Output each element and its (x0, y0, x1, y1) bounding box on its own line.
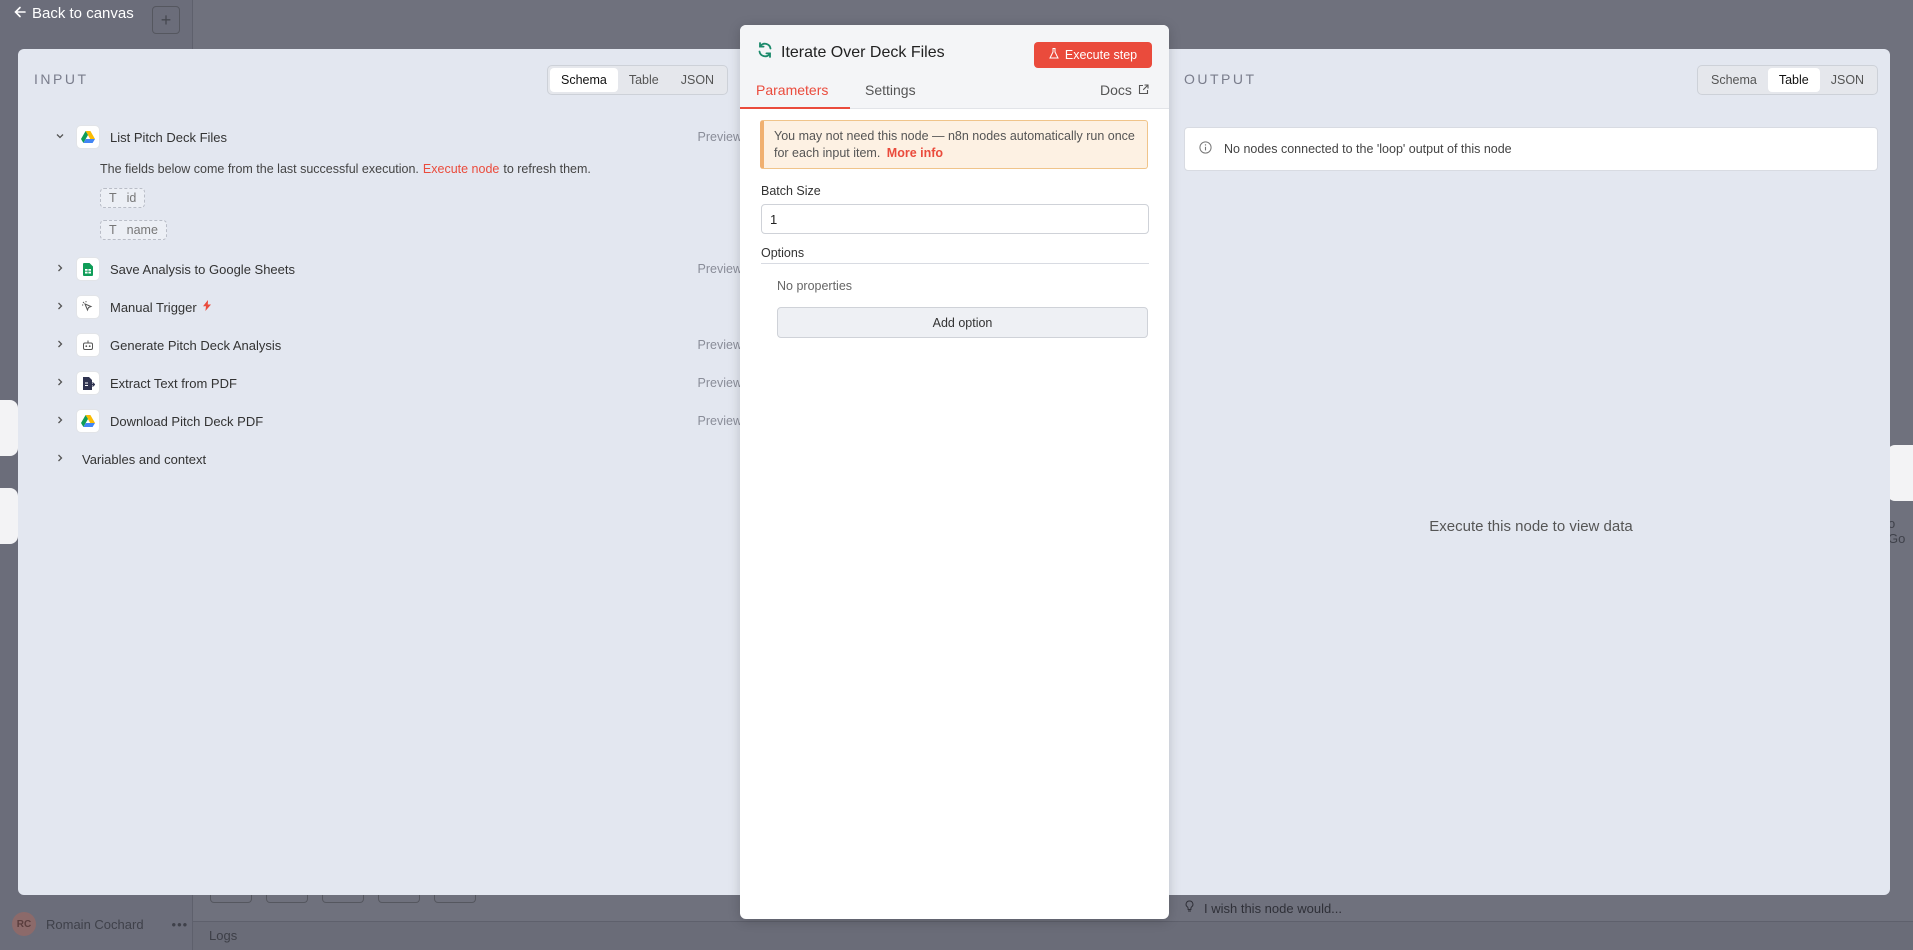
output-tab-json[interactable]: JSON (1820, 68, 1875, 92)
input-tab-json[interactable]: JSON (670, 68, 725, 92)
execute-step-button[interactable]: Execute step (1034, 42, 1152, 68)
docs-link[interactable]: Docs (1100, 82, 1149, 98)
loop-icon (757, 42, 773, 63)
logs-bar (193, 921, 1913, 950)
info-icon (1199, 141, 1212, 157)
schema-node-save-analysis[interactable]: Save Analysis to Google Sheets Preview (36, 250, 752, 288)
robot-icon (76, 333, 100, 357)
background-node (0, 400, 18, 456)
schema-node-label: Manual Trigger (110, 299, 197, 315)
notice-text: You may not need this node — n8n nodes a… (774, 129, 1135, 160)
schema-node-label: Download Pitch Deck PDF (110, 413, 264, 429)
background-node (0, 488, 18, 544)
input-panel-title: INPUT (34, 71, 89, 87)
chevron-right-icon[interactable] (52, 453, 68, 466)
flask-icon (1049, 48, 1059, 62)
chevron-right-icon[interactable] (52, 377, 68, 390)
user-name: Romain Cochard (46, 916, 144, 932)
schema-node-extract-text[interactable]: Extract Text from PDF Preview (36, 364, 752, 402)
schema-hint: The fields below come from the last succ… (100, 162, 591, 176)
options-divider (761, 263, 1149, 264)
batch-size-label: Batch Size (761, 184, 821, 198)
add-option-button[interactable]: Add option (777, 307, 1148, 338)
active-tab-indicator (740, 107, 850, 109)
back-to-canvas-button[interactable]: Back to canvas (14, 5, 134, 22)
schema-node-generate-analysis[interactable]: Generate Pitch Deck Analysis Preview (36, 326, 752, 364)
output-empty-state: Execute this node to view data (1429, 518, 1633, 535)
input-tab-schema[interactable]: Schema (550, 68, 618, 92)
preview-link[interactable]: Preview (698, 130, 742, 144)
schema-node-list-pitch-deck-files[interactable]: List Pitch Deck Files Preview (36, 118, 752, 156)
more-icon: ••• (171, 916, 189, 932)
more-info-link[interactable]: More info (887, 146, 943, 160)
chevron-down-icon[interactable] (52, 131, 68, 144)
output-info-box: No nodes connected to the 'loop' output … (1184, 127, 1878, 171)
preview-link[interactable]: Preview (698, 414, 742, 428)
file-extract-icon (76, 371, 100, 395)
output-view-switch: Schema Table JSON (1697, 65, 1879, 95)
logs-label: Logs (209, 928, 238, 943)
input-view-switch: Schema Table JSON (547, 65, 729, 95)
avatar: RC (12, 912, 36, 936)
output-panel-title: OUTPUT (1184, 71, 1257, 87)
google-sheets-icon (76, 257, 100, 281)
preview-link[interactable]: Preview (698, 262, 742, 276)
background-node-label: o Go (1888, 516, 1906, 546)
schema-node-download-pdf[interactable]: Download Pitch Deck PDF Preview (36, 402, 752, 440)
feedback-prompt[interactable]: I wish this node would... (1185, 900, 1342, 916)
no-properties-text: No properties (777, 279, 853, 293)
input-tab-table[interactable]: Table (618, 68, 670, 92)
text-type-icon: T (109, 223, 117, 237)
variables-label: Variables and context (82, 451, 207, 467)
preview-link[interactable]: Preview (698, 338, 742, 352)
text-type-icon: T (109, 191, 117, 205)
notice-callout: You may not need this node — n8n nodes a… (760, 120, 1148, 169)
schema-node-label: Extract Text from PDF (110, 375, 237, 391)
user-menu: RC Romain Cochard ••• (12, 912, 188, 936)
schema-node-label: Generate Pitch Deck Analysis (110, 337, 282, 353)
google-drive-icon (76, 125, 100, 149)
chevron-right-icon[interactable] (52, 415, 68, 428)
schema-node-label: List Pitch Deck Files (110, 129, 228, 145)
node-title: Iterate Over Deck Files (757, 42, 945, 63)
schema-node-label: Save Analysis to Google Sheets (110, 261, 296, 277)
output-info-text: No nodes connected to the 'loop' output … (1224, 142, 1512, 156)
background-node (1887, 445, 1913, 501)
execute-node-link[interactable]: Execute node (423, 162, 499, 176)
chevron-right-icon[interactable] (52, 339, 68, 352)
batch-size-input[interactable] (761, 204, 1149, 234)
tab-parameters[interactable]: Parameters (756, 82, 828, 98)
options-label: Options (761, 246, 805, 260)
node-settings-header: Iterate Over Deck Files Execute step Par… (740, 25, 1169, 109)
cursor-icon (76, 295, 100, 319)
schema-field-id[interactable]: T id (100, 188, 146, 208)
add-node-button: + (152, 6, 180, 34)
schema-node-manual-trigger[interactable]: Manual Trigger (36, 288, 752, 326)
variables-and-context[interactable]: Variables and context (36, 440, 752, 478)
lightbulb-icon (1185, 900, 1194, 916)
output-tab-table[interactable]: Table (1767, 68, 1820, 92)
tab-settings[interactable]: Settings (865, 82, 916, 98)
arrow-left-icon (14, 5, 26, 22)
preview-link[interactable]: Preview (698, 376, 742, 390)
node-settings-panel: Iterate Over Deck Files Execute step Par… (740, 25, 1169, 919)
google-drive-icon (76, 409, 100, 433)
chevron-right-icon[interactable] (52, 301, 68, 314)
node-title-text[interactable]: Iterate Over Deck Files (781, 44, 945, 62)
input-schema-tree: List Pitch Deck Files Preview The fields… (36, 118, 752, 478)
chevron-right-icon[interactable] (52, 263, 68, 276)
external-link-icon (1138, 82, 1149, 98)
back-label: Back to canvas (32, 5, 134, 22)
schema-field-name[interactable]: T name (100, 220, 167, 240)
output-tab-schema[interactable]: Schema (1700, 68, 1768, 92)
lightning-icon (202, 300, 211, 314)
